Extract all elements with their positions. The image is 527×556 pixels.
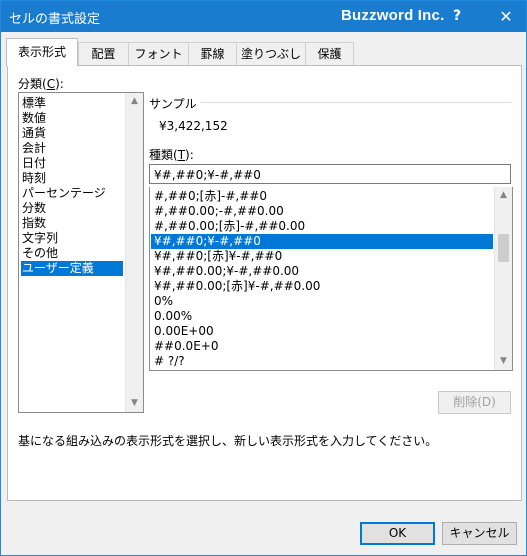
format-code-list[interactable]: #,##0;[赤]-#,##0 #,##0.00;-#,##0.00 #,##0… [149,187,513,371]
scroll-thumb[interactable] [498,234,509,262]
category-item[interactable]: 日付 [21,156,123,171]
brand-logo: Buzzword Inc. [341,7,445,24]
tab-protection[interactable]: 保護 [305,42,354,65]
category-item[interactable]: パーセンテージ [21,186,123,201]
format-code-item[interactable]: 0.00% [151,309,493,324]
scroll-up-icon[interactable]: ▲ [495,187,512,204]
category-item[interactable]: その他 [21,246,123,261]
category-item[interactable]: 数値 [21,111,123,126]
scroll-down-icon[interactable]: ▼ [495,353,512,370]
format-code-item-selected[interactable]: ¥#,##0;¥-#,##0 [151,234,493,249]
format-code-item[interactable]: ¥#,##0.00;[赤]¥-#,##0.00 [151,279,493,294]
category-item[interactable]: 文字列 [21,231,123,246]
format-code-item[interactable]: 0% [151,294,493,309]
format-cells-dialog: セルの書式設定 Buzzword Inc. ? ✕ 表示形式 配置 フォント 罫… [0,0,527,556]
format-code-item[interactable]: ¥#,##0.00;¥-#,##0.00 [151,264,493,279]
category-item[interactable]: 時刻 [21,171,123,186]
scroll-up-icon[interactable]: ▲ [126,93,143,110]
category-label: 分類(C): [18,77,64,91]
category-item[interactable]: 分数 [21,201,123,216]
title-bar[interactable]: セルの書式設定 Buzzword Inc. ? ✕ [1,1,526,32]
format-code-item[interactable]: ##0.0E+0 [151,339,493,354]
help-button[interactable]: ? [441,1,473,32]
category-list[interactable]: 標準 数値 通貨 会計 日付 時刻 パーセンテージ 分数 指数 文字列 その他 … [18,92,144,413]
category-item-selected[interactable]: ユーザー定義 [21,261,123,276]
category-scrollbar[interactable]: ▲ ▼ [125,93,143,412]
type-input[interactable]: ¥#,##0;¥-#,##0 [149,164,511,184]
delete-button[interactable]: 削除(D) [438,391,511,414]
format-list-scrollbar[interactable]: ▲ ▼ [494,187,512,370]
format-code-item[interactable]: #,##0.00;[赤]-#,##0.00 [151,219,493,234]
tab-strip: 表示形式 配置 フォント 罫線 塗りつぶし 保護 [1,32,526,66]
tab-font[interactable]: フォント [128,42,189,65]
scroll-down-icon[interactable]: ▼ [126,395,143,412]
format-code-item[interactable]: #,##0;[赤]-#,##0 [151,189,493,204]
tab-fill[interactable]: 塗りつぶし [236,42,306,65]
category-item[interactable]: 通貨 [21,126,123,141]
type-label: 種類(T): [149,148,194,162]
sample-value: ¥3,422,152 [159,119,228,133]
cancel-button[interactable]: キャンセル [442,522,517,545]
tab-alignment[interactable]: 配置 [78,42,129,65]
category-item[interactable]: 標準 [21,96,123,111]
close-button[interactable]: ✕ [490,1,522,32]
tab-panel: 分類(C): 標準 数値 通貨 会計 日付 時刻 パーセンテージ 分数 指数 文… [7,65,522,501]
dialog-title: セルの書式設定 [9,12,101,27]
ok-button[interactable]: OK [360,522,435,545]
description-text: 基になる組み込みの表示形式を選択し、新しい表示形式を入力してください。 [18,434,438,448]
format-code-item[interactable]: #,##0.00;-#,##0.00 [151,204,493,219]
sample-label: サンプル [149,95,201,112]
category-item[interactable]: 会計 [21,141,123,156]
format-code-item[interactable]: 0.00E+00 [151,324,493,339]
tab-number-format[interactable]: 表示形式 [6,38,78,66]
tab-border[interactable]: 罫線 [188,42,237,65]
format-code-item[interactable]: ¥#,##0;[赤]¥-#,##0 [151,249,493,264]
format-code-item[interactable]: # ?/? [151,354,493,369]
category-item[interactable]: 指数 [21,216,123,231]
